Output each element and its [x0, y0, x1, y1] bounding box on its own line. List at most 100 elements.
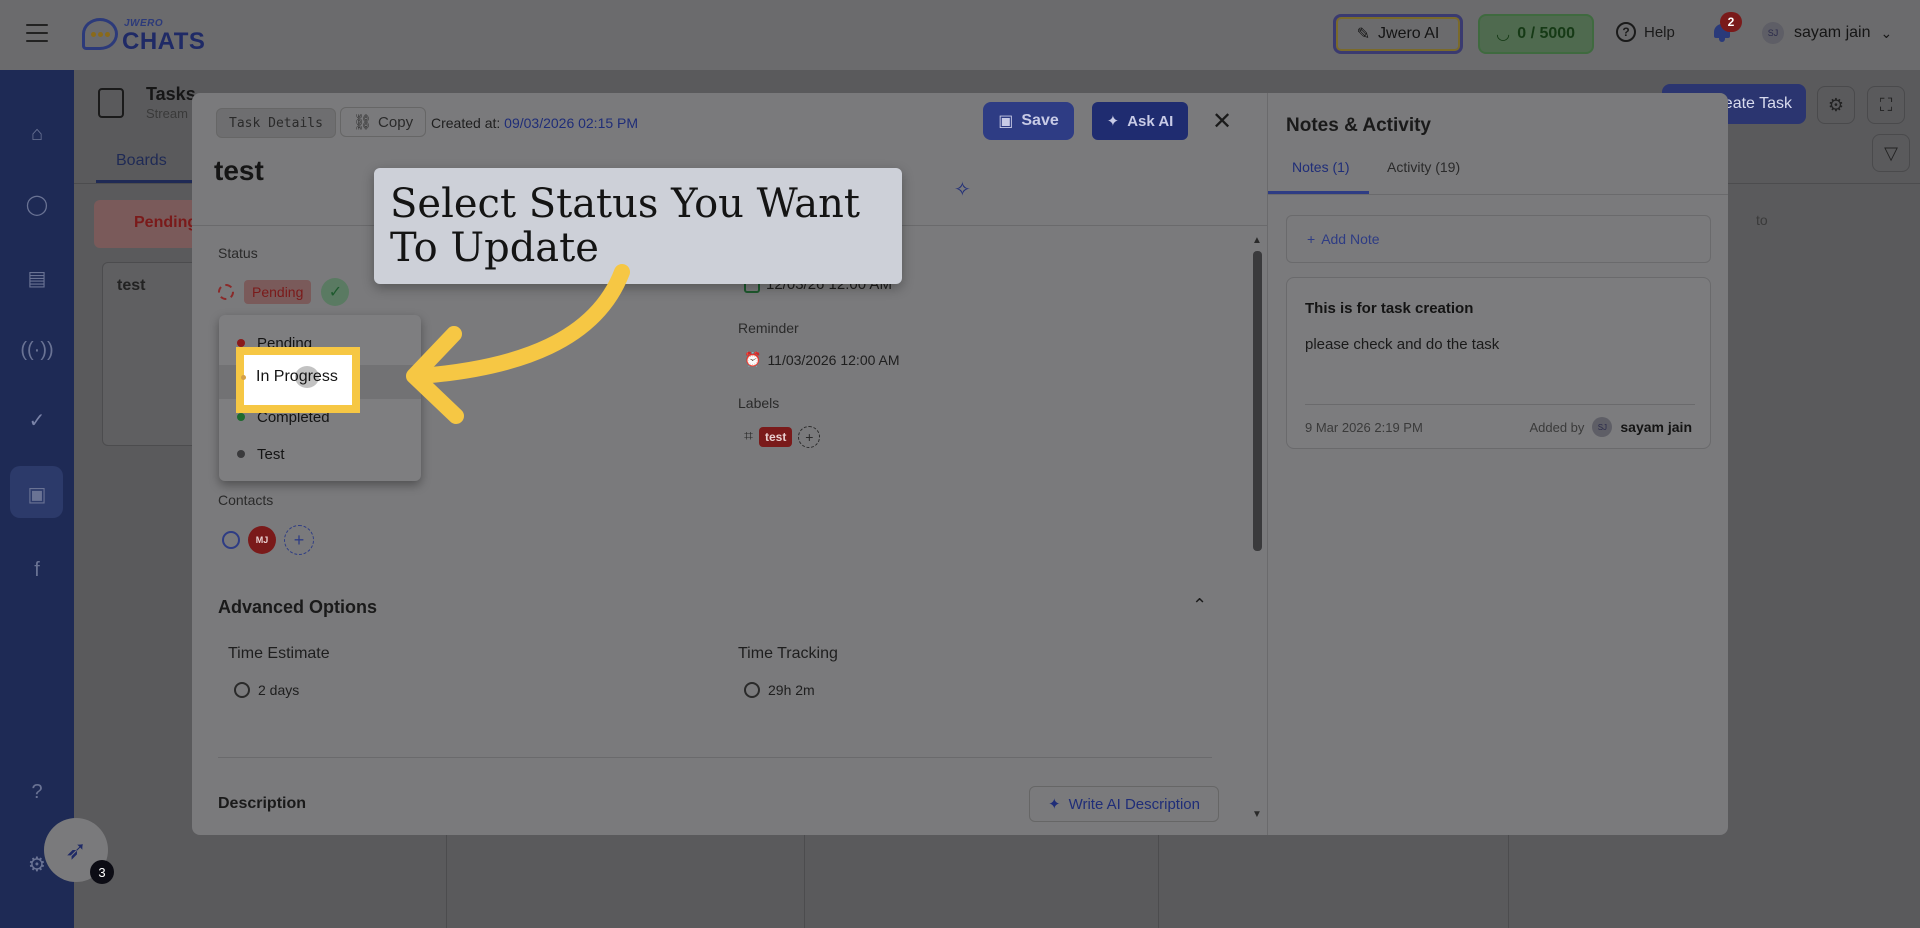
question-icon: ?	[1616, 22, 1636, 42]
added-by-name: sayam jain	[1620, 419, 1692, 435]
section-divider	[218, 757, 1212, 758]
note-divider	[1305, 404, 1695, 405]
status-selector[interactable]: Pending ✓	[218, 278, 350, 306]
link-icon: ⛓	[353, 114, 373, 131]
broadcast-icon[interactable]: ((·))	[20, 338, 53, 362]
status-label: Status	[218, 245, 258, 261]
background-text: to	[1756, 212, 1768, 228]
facebook-icon[interactable]: f	[25, 558, 49, 582]
gear-icon[interactable]: ⚙	[1817, 86, 1855, 124]
jwero-ai-label: Jwero AI	[1378, 25, 1440, 42]
label-chip[interactable]: test	[759, 427, 793, 447]
chat-icon[interactable]: ◯	[25, 192, 49, 216]
app-logo[interactable]: JWERO CHATS	[82, 14, 206, 56]
sparkle-icon: ✦	[1106, 113, 1120, 130]
credits-badge[interactable]: ◡ 0 / 5000	[1478, 14, 1594, 54]
tabs-divider	[1268, 194, 1728, 195]
help-icon[interactable]: ?	[25, 780, 49, 804]
sparkle-icon[interactable]: ✧	[954, 177, 971, 202]
avatar: SJ	[1592, 417, 1613, 437]
tab-notes[interactable]: Notes (1)	[1292, 159, 1350, 175]
advanced-options-title: Advanced Options	[218, 597, 378, 617]
sidebar: ⌂ ◯ ▤ ((·)) ✓ ▣ f ? ⚙	[0, 70, 74, 928]
status-chip[interactable]: Pending	[244, 280, 312, 304]
tasks-icon[interactable]: ✓	[25, 408, 49, 432]
contact-avatar[interactable]: MJ	[248, 526, 276, 554]
add-note-button[interactable]: + Add Note	[1286, 215, 1711, 263]
notes-panel-title: Notes & Activity	[1286, 115, 1431, 136]
tab-activity[interactable]: Activity (19)	[1387, 159, 1460, 175]
created-at-label: Created at:	[431, 115, 501, 131]
note-body: please check and do the task	[1305, 336, 1500, 353]
task-details-chip: Task Details	[216, 108, 336, 138]
status-dot	[237, 339, 245, 347]
scrollbar-thumb[interactable]	[1253, 251, 1262, 551]
reminder-label: Reminder	[738, 320, 799, 336]
description-title: Description	[218, 795, 307, 812]
top-bar: JWERO CHATS ✎ Jwero AI ◡ 0 / 5000 ? Help…	[0, 0, 1920, 70]
labels-row: ⌗ test +	[744, 426, 821, 448]
time-tracking-label: Time Tracking	[738, 645, 838, 662]
time-estimate[interactable]: 2 days	[234, 682, 299, 698]
copy-label: Copy	[378, 113, 414, 131]
callout-text: Select Status You Want To Update	[390, 181, 860, 271]
scroll-down-icon[interactable]: ▼	[1252, 809, 1262, 820]
column-header-pending[interactable]: Pending	[94, 200, 206, 248]
stopwatch-icon	[744, 682, 760, 698]
magic-wand-icon: ✎	[1356, 26, 1371, 43]
write-ai-label: Write AI Description	[1068, 795, 1200, 813]
time-tracking-value: 29h 2m	[768, 682, 815, 698]
note-card[interactable]: This is for task creation please check a…	[1286, 277, 1711, 449]
copy-button[interactable]: ⛓ Copy	[340, 107, 427, 137]
logo-mark	[82, 18, 118, 50]
task-title[interactable]: test	[214, 155, 264, 187]
contacts-row: MJ +	[222, 525, 314, 555]
scroll-up-icon[interactable]: ▲	[1252, 235, 1262, 246]
add-note-label: Add Note	[1321, 231, 1380, 247]
bot-icon[interactable]: ▣	[25, 482, 49, 506]
person-icon	[222, 531, 240, 549]
chevron-down-icon: ⌄	[1880, 24, 1893, 41]
status-dot	[237, 450, 245, 458]
time-tracking[interactable]: 29h 2m	[744, 682, 815, 698]
add-contact-button[interactable]: +	[284, 525, 314, 555]
check-icon[interactable]: ✓	[321, 278, 350, 306]
created-at-value: 09/03/2026 02:15 PM	[504, 115, 639, 131]
add-label-button[interactable]: +	[798, 426, 821, 448]
task-card[interactable]: test	[102, 262, 206, 446]
scrollbar[interactable]: ▲ ▼	[1251, 235, 1263, 825]
status-circle-icon	[218, 284, 234, 300]
ask-ai-button[interactable]: ✦ Ask AI	[1092, 102, 1188, 140]
user-icon: ◡	[1496, 26, 1510, 43]
home-icon[interactable]: ⌂	[25, 122, 49, 146]
highlighted-option-label[interactable]: In Progress	[256, 368, 338, 386]
menu-icon[interactable]	[26, 24, 48, 42]
alarm-icon: ⏰	[744, 351, 762, 367]
save-label: Save	[1021, 112, 1059, 129]
tag-icon: ⌗	[744, 428, 754, 445]
rocket-badge: 3	[90, 860, 114, 884]
notes-activity-panel: Notes & Activity Notes (1) Activity (19)…	[1267, 93, 1728, 835]
status-option-label: Test	[257, 445, 285, 463]
save-button[interactable]: ▣ Save	[983, 102, 1074, 140]
filter-icon[interactable]: ▽	[1872, 134, 1910, 172]
notification-count-badge: 2	[1720, 12, 1742, 32]
close-icon[interactable]: ✕	[1208, 107, 1236, 135]
tab-boards[interactable]: Boards	[116, 152, 167, 170]
document-icon[interactable]: ▤	[25, 266, 49, 290]
fullscreen-icon[interactable]: ⛶	[1867, 86, 1905, 124]
write-ai-description-button[interactable]: ✦ Write AI Description	[1029, 786, 1219, 822]
user-menu[interactable]: SJ sayam jain ⌄	[1762, 22, 1892, 44]
note-title: This is for task creation	[1305, 300, 1474, 317]
task-card-title: test	[117, 277, 146, 294]
help-button[interactable]: ? Help	[1616, 22, 1675, 42]
logo-big-text: CHATS	[122, 28, 206, 55]
status-dot	[241, 375, 246, 380]
sparkle-icon: ✦	[1047, 796, 1061, 813]
jwero-ai-button[interactable]: ✎ Jwero AI	[1333, 14, 1463, 54]
note-date: 9 Mar 2026 2:19 PM	[1305, 420, 1423, 435]
reminder[interactable]: ⏰ 11/03/2026 12:00 AM	[744, 351, 900, 368]
status-option-test[interactable]: Test	[237, 440, 285, 468]
chevron-up-icon[interactable]: ⌄	[1192, 593, 1207, 614]
time-estimate-value: 2 days	[258, 682, 300, 698]
